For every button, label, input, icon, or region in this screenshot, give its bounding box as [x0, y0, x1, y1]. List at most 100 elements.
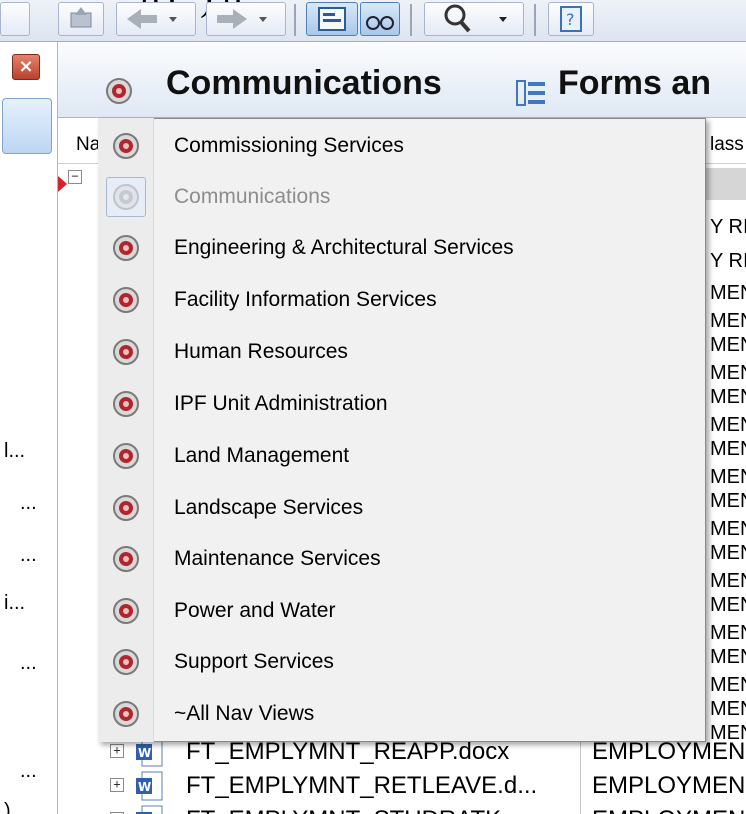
- left-panel-item: ): [4, 800, 11, 814]
- class-cell: MEN: [710, 466, 746, 488]
- menu-item-label: Landscape Services: [174, 496, 364, 519]
- class-cell: MEN: [710, 438, 746, 460]
- class-cell: MEN: [710, 490, 746, 512]
- column-header-name[interactable]: Na: [76, 134, 100, 156]
- file-name: FT_EMPLYMNT_REAPP.docx: [186, 738, 510, 765]
- left-panel-item[interactable]: ...: [20, 492, 37, 515]
- file-class: EMPLOYMEN: [592, 806, 745, 814]
- menu-item-label: Maintenance Services: [174, 547, 381, 570]
- file-name: FT_EMPLYMNT_STUDRATK: [186, 806, 501, 814]
- up-folder-icon: [70, 7, 92, 28]
- help-button[interactable]: ?: [548, 2, 594, 36]
- class-cell: MEN: [710, 518, 746, 540]
- nav-view-icon: [113, 184, 139, 210]
- class-cell: MEN: [710, 674, 746, 696]
- group-row: [704, 168, 746, 200]
- class-cell: Y RI: [710, 216, 746, 238]
- nav-view-icon: [113, 391, 139, 417]
- left-panel-item[interactable]: ...: [20, 760, 37, 783]
- toolbar-separator: [534, 4, 536, 36]
- glasses-icon: [366, 16, 394, 30]
- menu-item-communications[interactable]: Communications: [100, 175, 704, 219]
- menu-item-ipf-unit-administration[interactable]: IPF Unit Administration: [100, 382, 704, 426]
- forms-list-icon: [516, 80, 545, 106]
- up-folder-button[interactable]: [58, 2, 104, 36]
- menu-item-maintenance-services[interactable]: Maintenance Services: [100, 537, 704, 581]
- left-panel: × l... ... ... i... ... ... ): [0, 42, 58, 814]
- svg-text:W: W: [138, 746, 151, 760]
- nav-view-icon: [113, 235, 139, 261]
- class-cell: MEN: [710, 362, 746, 384]
- left-panel-item[interactable]: l...: [4, 440, 25, 463]
- class-cell: MEN: [710, 310, 746, 332]
- menu-item-label: Engineering & Architectural Services: [174, 236, 514, 259]
- nav-view-icon: [113, 546, 139, 572]
- left-panel-item[interactable]: ...: [20, 652, 37, 675]
- forward-arrow-icon: [217, 9, 267, 29]
- nav-view-icon: [113, 495, 139, 521]
- file-row[interactable]: + W FT_EMPLYMNT_RETLEAVE.d... EMPLOYMEN: [110, 770, 746, 804]
- menu-item-engineering-architectural-services[interactable]: Engineering & Architectural Services: [100, 226, 704, 270]
- search-button[interactable]: [424, 2, 524, 36]
- menu-item-all-nav-views[interactable]: ~All Nav Views: [100, 692, 704, 736]
- view-toggle-button[interactable]: [306, 2, 358, 36]
- search-icon: [444, 4, 507, 33]
- file-name: FT_EMPLYMNT_RETLEAVE.d...: [186, 772, 538, 799]
- class-cell: MEN: [710, 570, 746, 592]
- class-cell: MEN: [710, 334, 746, 356]
- class-cell: MEN: [710, 698, 746, 720]
- expand-expander[interactable]: +: [110, 744, 124, 758]
- menu-item-label: Commissioning Services: [174, 134, 404, 157]
- svg-text:W: W: [138, 780, 151, 794]
- toolbar-separator: [410, 4, 412, 36]
- help-icon: ?: [560, 6, 582, 32]
- preview-button[interactable]: [360, 2, 400, 36]
- menu-item-support-services[interactable]: Support Services: [100, 640, 704, 684]
- forward-button[interactable]: [206, 2, 286, 36]
- nav-view-icon: [113, 287, 139, 313]
- file-row[interactable]: + FT_EMPLYMNT_STUDRATK EMPLOYMEN: [110, 804, 746, 814]
- svg-text:?: ?: [566, 10, 575, 29]
- close-panel-button[interactable]: ×: [12, 54, 40, 80]
- class-cell: MEN: [710, 386, 746, 408]
- menu-item-land-management[interactable]: Land Management: [100, 434, 704, 478]
- word-document-icon: W: [136, 771, 163, 801]
- menu-item-label: Human Resources: [174, 340, 348, 363]
- collapse-expander[interactable]: −: [68, 170, 82, 184]
- current-view-title[interactable]: Communications: [166, 64, 442, 103]
- toolbar: p (, ) p ?: [0, 0, 746, 42]
- class-cell: MEN: [710, 282, 746, 304]
- nav-view-icon: [113, 649, 139, 675]
- nav-view-icon: [106, 78, 132, 104]
- menu-item-human-resources[interactable]: Human Resources: [100, 330, 704, 374]
- file-class: EMPLOYMEN: [592, 772, 746, 799]
- nav-view-icon: [113, 598, 139, 624]
- file-class: EMPLOYMEN: [592, 738, 746, 765]
- menu-item-landscape-services[interactable]: Landscape Services: [100, 486, 704, 530]
- class-cell: MEN: [710, 622, 746, 644]
- menu-item-label: IPF Unit Administration: [174, 392, 388, 415]
- menu-item-facility-information-services[interactable]: Facility Information Services: [100, 278, 704, 322]
- left-panel-item[interactable]: i...: [4, 592, 25, 615]
- current-row-marker: [58, 176, 67, 192]
- column-header-class[interactable]: lass: [710, 134, 744, 156]
- tab-forms[interactable]: Forms an: [558, 64, 711, 103]
- back-arrow-icon: [127, 9, 177, 29]
- class-cell: MEN: [710, 594, 746, 616]
- menu-item-label: Power and Water: [174, 599, 336, 622]
- left-panel-tab[interactable]: [2, 98, 52, 154]
- back-button[interactable]: [116, 2, 196, 36]
- left-panel-item[interactable]: ...: [20, 544, 37, 567]
- menu-item-label: ~All Nav Views: [174, 702, 315, 725]
- word-document-icon: [136, 805, 163, 814]
- toolbar-button-partial[interactable]: [0, 2, 30, 36]
- menu-item-power-and-water[interactable]: Power and Water: [100, 589, 704, 633]
- toolbar-separator: [294, 4, 296, 36]
- menu-item-label: Land Management: [174, 444, 350, 467]
- nav-view-icon: [113, 443, 139, 469]
- menu-item-label: Support Services: [174, 650, 334, 673]
- menu-item-commissioning-services[interactable]: Commissioning Services: [100, 124, 704, 168]
- menu-item-label: Facility Information Services: [174, 288, 437, 311]
- expand-expander[interactable]: +: [110, 778, 124, 792]
- class-cell: Y RI: [710, 250, 746, 272]
